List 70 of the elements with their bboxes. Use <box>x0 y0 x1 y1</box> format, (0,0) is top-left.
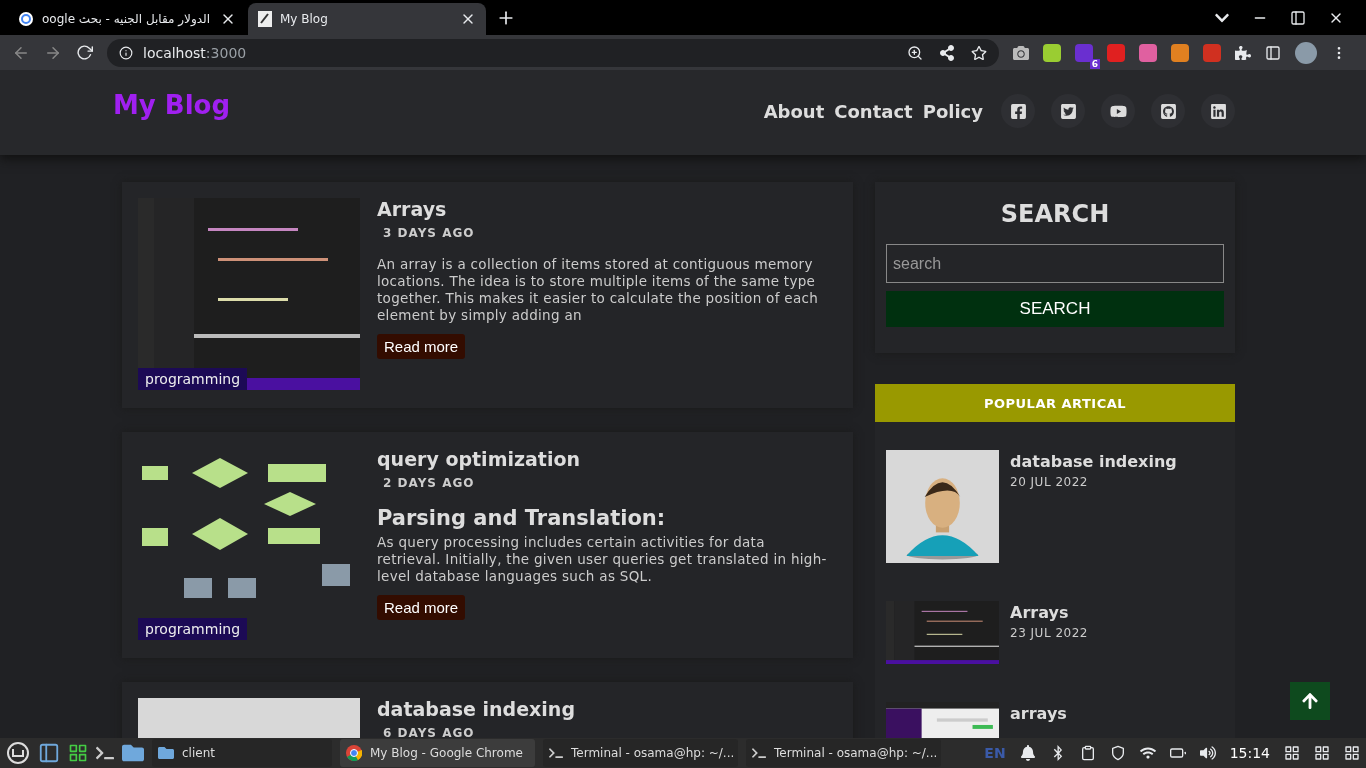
side-panel-icon[interactable] <box>1265 44 1281 61</box>
browser-tab[interactable]: My Blog <box>248 3 486 35</box>
battery-icon[interactable] <box>1169 745 1186 761</box>
taskbar-window[interactable]: Terminal - osama@hp: ~/... <box>543 739 738 767</box>
github-icon[interactable] <box>1151 94 1185 128</box>
clipboard-icon[interactable] <box>1079 745 1096 761</box>
nav-link[interactable]: About <box>763 100 825 122</box>
article-title[interactable]: database indexing <box>377 698 832 720</box>
taskbar-window[interactable]: Terminal - osama@hp: ~/... <box>746 739 941 767</box>
popular-title[interactable]: arrays <box>1010 704 1067 723</box>
taskbar-window[interactable]: client <box>152 739 332 767</box>
browser-tab[interactable]: الدولار مقابل الجنيه - بحث oogle <box>8 3 246 35</box>
popular-date: 20 JUL 2022 <box>1010 475 1089 489</box>
terminal-icon <box>752 746 766 760</box>
popular-title[interactable]: Arrays <box>1010 603 1088 622</box>
star-icon[interactable] <box>971 44 987 61</box>
wifi-icon[interactable] <box>1139 745 1156 761</box>
shield-icon[interactable] <box>1109 745 1126 761</box>
youtube-icon[interactable] <box>1101 94 1135 128</box>
menu-logo-icon[interactable] <box>6 741 30 765</box>
terminal-icon[interactable] <box>96 744 114 762</box>
extension-icon[interactable] <box>1139 43 1157 62</box>
page-icon <box>258 11 272 27</box>
linkedin-icon[interactable] <box>1201 94 1235 128</box>
twitter-icon[interactable] <box>1051 94 1085 128</box>
folder-icon <box>158 745 174 761</box>
reload-icon[interactable] <box>76 44 93 61</box>
article-date: 6 DAYS AGO <box>383 726 476 738</box>
category-tag[interactable]: programming <box>138 368 248 390</box>
category-tag[interactable]: programming <box>138 618 248 640</box>
article-excerpt: An array is a collection of items stored at contiguous memory locations. The idea is to store multiple items of the same type together. This makes it easier to calculate the position of each element by simply adding an <box>377 256 820 324</box>
address-bar[interactable]: localhost:3000 <box>107 38 999 67</box>
folder-icon[interactable] <box>122 742 144 764</box>
article-date: 3 DAYS AGO <box>383 226 476 240</box>
read-more-button[interactable]: Read more <box>377 595 466 620</box>
popular-title[interactable]: database indexing <box>1010 452 1177 471</box>
article-title[interactable]: Arrays <box>377 198 832 220</box>
terminal-icon <box>549 746 563 760</box>
scroll-top-button[interactable] <box>1290 682 1330 720</box>
zoom-icon[interactable] <box>907 44 923 61</box>
arrow-up-icon <box>1301 692 1319 710</box>
camera-icon[interactable] <box>1013 44 1029 61</box>
taskbar-window[interactable]: My Blog - Google Chrome <box>340 739 535 767</box>
chrome-icon <box>346 745 362 761</box>
search-field[interactable]: search <box>886 244 1224 283</box>
popular-header: POPULAR ARTICAL <box>875 384 1235 422</box>
info-icon <box>119 45 133 60</box>
count-badge: 6 <box>1089 58 1100 69</box>
article-date: 2 DAYS AGO <box>383 476 476 490</box>
nav-link[interactable]: Contact <box>834 100 913 122</box>
url-text: localhost:3000 <box>143 44 247 62</box>
share-icon[interactable] <box>939 44 955 61</box>
grid-icon[interactable] <box>1314 745 1330 761</box>
extension-icon[interactable] <box>1043 43 1061 62</box>
article-excerpt: As query processing includes certain activities for data retrieval. Initially, the given user queries get translated in high-level database languages such as SQL. <box>377 534 828 585</box>
article-heading: Parsing and Translation: <box>377 506 667 530</box>
volume-icon[interactable] <box>1199 745 1216 761</box>
popular-date: 23 JUL 2022 <box>1010 626 1088 640</box>
puzzle-icon[interactable] <box>1235 44 1251 61</box>
grid-icon[interactable] <box>1344 745 1360 761</box>
search-button[interactable]: SEARCH <box>886 291 1224 327</box>
avatar[interactable] <box>1295 41 1317 64</box>
read-more-button[interactable]: Read more <box>377 334 466 359</box>
facebook-icon[interactable] <box>1001 94 1035 128</box>
clock: 15:14 <box>1229 745 1270 761</box>
bell-icon[interactable] <box>1019 745 1036 761</box>
nav-link[interactable]: Policy <box>922 100 983 122</box>
search-title: SEARCH <box>999 200 1111 228</box>
article-title[interactable]: query optimization <box>377 448 832 470</box>
extension-icon[interactable] <box>1171 43 1189 62</box>
